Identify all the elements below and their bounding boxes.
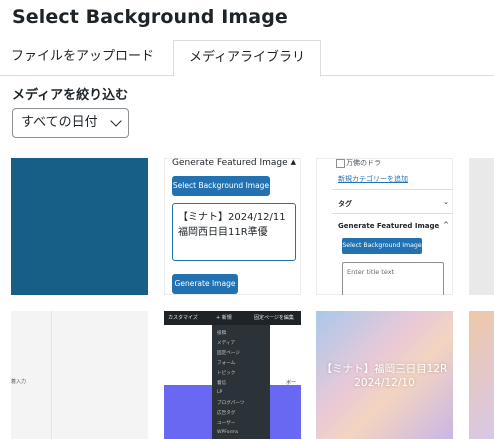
divider: [332, 189, 453, 190]
modal-title: Select Background Image: [12, 6, 288, 28]
caret-up-icon: ▲: [290, 158, 296, 166]
filter-media-label: メディアを絞り込む: [12, 88, 129, 103]
chevron-down-icon: ⌄: [443, 198, 449, 206]
add-category-link: 新規カテゴリーを追加: [338, 175, 408, 183]
menu-item: フォーム: [217, 361, 236, 366]
media-item-watercolor-title-image[interactable]: 【ミナト】福岡三日目12R 2024/12/10: [316, 311, 453, 439]
menu-item: LP: [217, 390, 223, 395]
media-item-sidebar-screenshot[interactable]: 万佛のドラ 新規カテゴリーを追加 タグ ⌄ Generate Featured …: [316, 158, 453, 295]
media-item-generate-panel-screenshot[interactable]: Generate Featured Image ▲ Select Backgro…: [164, 158, 301, 295]
menu-item: 固定ページ: [217, 351, 240, 356]
select-background-button-image: Select Background Image: [172, 176, 270, 196]
menu-item: 投稿: [217, 331, 227, 336]
panel-heading: Generate Featured Image: [172, 158, 288, 168]
textarea-line: 【ミナト】2024/12/11: [178, 212, 286, 223]
media-item-blank-screenshot[interactable]: 着入力: [11, 311, 148, 439]
divider: [51, 311, 52, 439]
admin-bar-text: カスタマイズ: [168, 315, 198, 321]
admin-bar-image: カスタマイズ + 新規 固定ページを編集: [164, 311, 301, 325]
title-input-image: Enter title text: [342, 262, 444, 295]
chevron-down-icon: [110, 115, 122, 127]
tag-section-heading: タグ: [338, 200, 352, 208]
checkbox-label: 万佛のドラ: [336, 159, 381, 168]
media-item-blue-square[interactable]: [11, 158, 148, 295]
tab-media-library[interactable]: メディアライブラリ: [173, 40, 321, 77]
title-textarea-image: 【ミナト】2024/12/11 福岡西日目11R準優: [172, 203, 296, 261]
media-item-admin-menu-screenshot[interactable]: カスタマイズ + 新規 固定ページを編集 ボー 投稿 メディア 固定ページ フォ…: [164, 311, 301, 439]
select-background-button-image: Select Background Image: [342, 238, 422, 254]
thumbnail-date-line: 2024/12/10: [354, 377, 415, 389]
menu-item: 広告タグ: [217, 411, 236, 416]
date-filter-value: すべての日付: [21, 115, 98, 130]
generate-image-button-image: Generate Image: [172, 274, 238, 294]
tab-upload-files[interactable]: ファイルをアップロード: [0, 40, 165, 76]
date-filter-select[interactable]: すべての日付: [12, 108, 129, 138]
dropdown-menu-image: 投稿 メディア 固定ページ フォーム トピック 着信 LP ブログパーツ 広告タ…: [212, 325, 270, 439]
admin-bar-text: 固定ページを編集: [254, 315, 294, 321]
caret-up-icon: ^: [443, 221, 449, 229]
menu-item: ブログパーツ: [217, 401, 245, 406]
media-item-partial[interactable]: [469, 158, 494, 295]
admin-bar-text: + 新規: [216, 315, 232, 321]
menu-item: メディア: [217, 341, 236, 346]
thumbnail-title-line: 【ミナト】福岡三日目12R: [321, 363, 448, 375]
menu-item: 着信: [217, 381, 227, 386]
menu-item: ユーザー: [217, 421, 236, 426]
thumbnail-text: 着入力: [11, 379, 27, 385]
menu-item: WPForms: [217, 430, 239, 435]
media-item-partial[interactable]: [469, 311, 494, 439]
thumbnail-text: ボー: [286, 380, 297, 386]
tab-bar: ファイルをアップロード メディアライブラリ: [0, 40, 494, 77]
menu-item: トピック: [217, 371, 236, 376]
textarea-line: 福岡西日目11R準優: [178, 227, 268, 238]
generate-section-heading: Generate Featured Image: [338, 222, 440, 230]
divider: [332, 213, 453, 214]
